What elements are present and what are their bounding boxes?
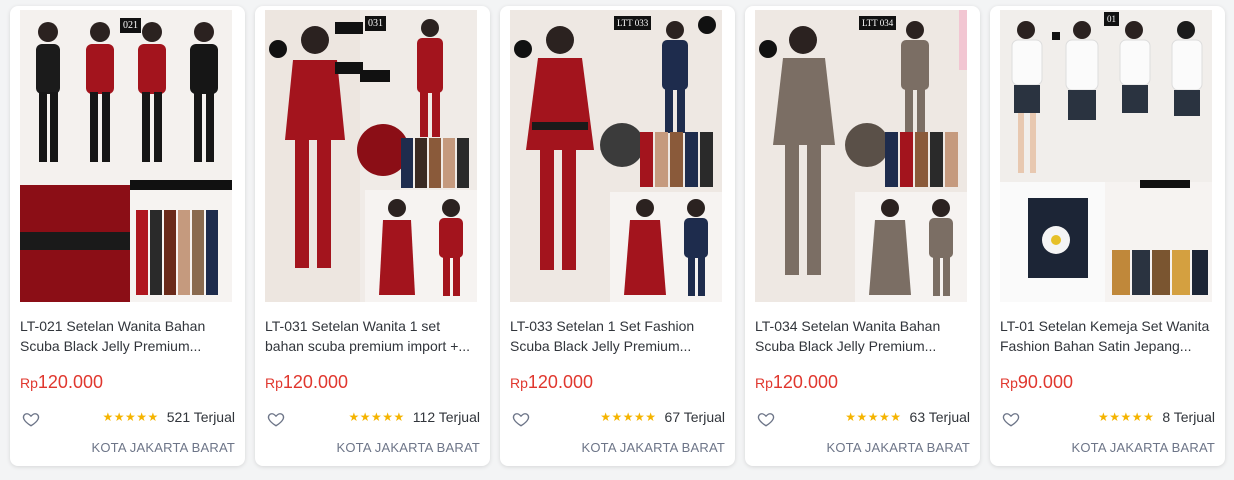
product-code-tag: 01 bbox=[1104, 12, 1119, 26]
product-card[interactable]: 01 LT-01 Setelan Kemeja Set Wanita Fashi… bbox=[990, 6, 1225, 466]
star-icon: ★★★★★ bbox=[600, 410, 657, 424]
price-value: 120.000 bbox=[527, 372, 593, 392]
sold-count: 63 Terjual bbox=[909, 409, 970, 425]
product-image[interactable]: LTT 034 bbox=[755, 10, 967, 302]
shop-location: KOTA JAKARTA BARAT bbox=[581, 440, 725, 455]
sold-count: 112 Terjual bbox=[412, 409, 480, 425]
product-code-tag: LTT 034 bbox=[859, 16, 897, 30]
product-price: Rp90.000 bbox=[1000, 372, 1073, 393]
product-price: Rp120.000 bbox=[755, 372, 838, 393]
star-icon: ★★★★★ bbox=[845, 410, 902, 424]
star-icon: ★★★★★ bbox=[348, 410, 405, 424]
price-currency: Rp bbox=[1000, 375, 1018, 391]
sold-count: 8 Terjual bbox=[1162, 409, 1215, 425]
price-value: 120.000 bbox=[37, 372, 103, 392]
price-value: 120.000 bbox=[772, 372, 838, 392]
shop-location: KOTA JAKARTA BARAT bbox=[336, 440, 480, 455]
product-image[interactable]: 021 bbox=[20, 10, 232, 302]
product-image[interactable]: 01 bbox=[1000, 10, 1212, 302]
product-title[interactable]: LT-01 Setelan Kemeja Set Wanita Fashion … bbox=[1000, 316, 1215, 356]
product-title[interactable]: LT-034 Setelan Wanita Bahan Scuba Black … bbox=[755, 316, 970, 356]
product-code-tag: 021 bbox=[120, 18, 141, 33]
shop-location: KOTA JAKARTA BARAT bbox=[826, 440, 970, 455]
price-currency: Rp bbox=[20, 375, 38, 391]
product-code-tag: LTT 033 bbox=[614, 16, 652, 30]
product-price: Rp120.000 bbox=[20, 372, 103, 393]
product-code-tag: 031 bbox=[365, 16, 386, 31]
price-currency: Rp bbox=[755, 375, 773, 391]
product-card[interactable]: LTT 033 LT-033 Setelan 1 Set Fashion Scu… bbox=[500, 6, 735, 466]
rating-row: ★★★★★ 8 Terjual bbox=[1098, 409, 1215, 425]
price-currency: Rp bbox=[510, 375, 528, 391]
price-value: 120.000 bbox=[282, 372, 348, 392]
product-price: Rp120.000 bbox=[510, 372, 593, 393]
product-card[interactable]: 021 LT-021 Setelan Wanita Bahan Scuba Bl… bbox=[10, 6, 245, 466]
star-icon: ★★★★★ bbox=[102, 410, 159, 424]
heart-icon[interactable] bbox=[22, 410, 40, 428]
price-value: 90.000 bbox=[1017, 372, 1073, 392]
product-card[interactable]: LTT 034 LT-034 Setelan Wanita Bahan Scub… bbox=[745, 6, 980, 466]
product-card[interactable]: 031 LT-031 Setelan Wanita 1 set bahan sc… bbox=[255, 6, 490, 466]
product-image[interactable]: 031 bbox=[265, 10, 477, 302]
heart-icon[interactable] bbox=[512, 410, 530, 428]
heart-icon[interactable] bbox=[1002, 410, 1020, 428]
rating-row: ★★★★★ 67 Terjual bbox=[600, 409, 725, 425]
sold-count: 67 Terjual bbox=[664, 409, 725, 425]
heart-icon[interactable] bbox=[267, 410, 285, 428]
rating-row: ★★★★★ 521 Terjual bbox=[102, 409, 235, 425]
heart-icon[interactable] bbox=[757, 410, 775, 428]
star-icon: ★★★★★ bbox=[1098, 410, 1155, 424]
shop-location: KOTA JAKARTA BARAT bbox=[1071, 440, 1215, 455]
product-price: Rp120.000 bbox=[265, 372, 348, 393]
rating-row: ★★★★★ 63 Terjual bbox=[845, 409, 970, 425]
sold-count: 521 Terjual bbox=[166, 409, 235, 425]
shop-location: KOTA JAKARTA BARAT bbox=[91, 440, 235, 455]
product-grid: 021 LT-021 Setelan Wanita Bahan Scuba Bl… bbox=[10, 6, 1225, 466]
product-title[interactable]: LT-033 Setelan 1 Set Fashion Scuba Black… bbox=[510, 316, 725, 356]
product-title[interactable]: LT-021 Setelan Wanita Bahan Scuba Black … bbox=[20, 316, 235, 356]
product-image[interactable]: LTT 033 bbox=[510, 10, 722, 302]
rating-row: ★★★★★ 112 Terjual bbox=[349, 409, 481, 425]
product-title[interactable]: LT-031 Setelan Wanita 1 set bahan scuba … bbox=[265, 316, 480, 356]
price-currency: Rp bbox=[265, 375, 283, 391]
